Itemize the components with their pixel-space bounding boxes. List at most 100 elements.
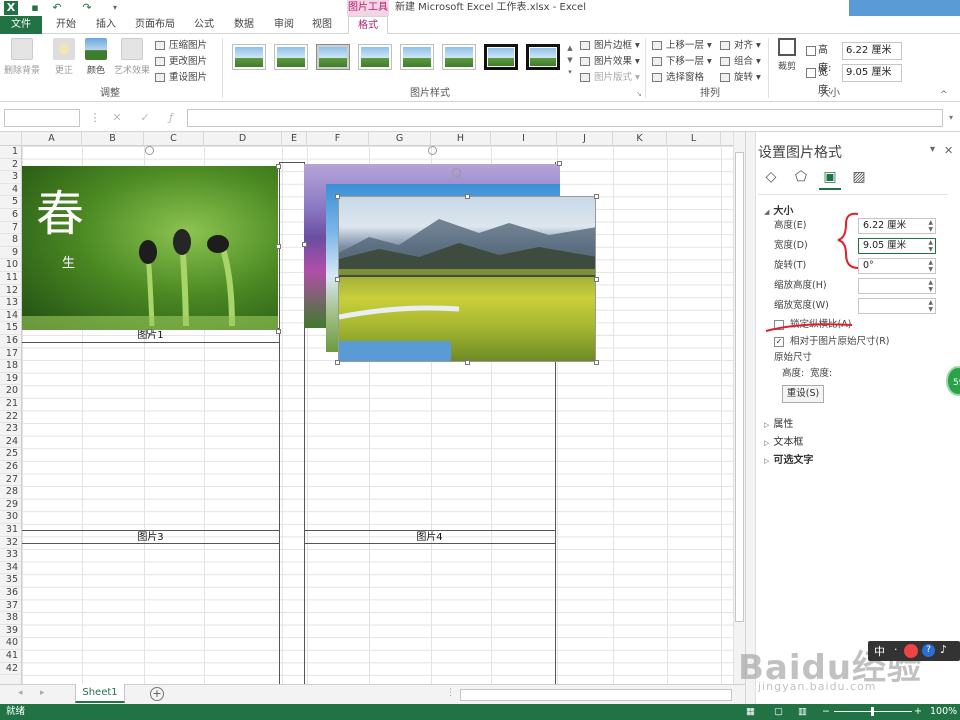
row-header-35[interactable]: 35 <box>0 574 21 587</box>
row-header-19[interactable]: 19 <box>0 373 21 386</box>
row-header-1[interactable]: 1 <box>0 146 21 159</box>
horizontal-scrollbar[interactable] <box>460 689 732 701</box>
rotate-button[interactable]: 旋转 ▾ <box>720 70 761 85</box>
row-header-7[interactable]: 7 <box>0 222 21 235</box>
width-spinner-icon[interactable]: ▲ ▼ <box>928 239 933 253</box>
row-header-16[interactable]: 16 <box>0 335 21 348</box>
tab-data[interactable]: 数据 <box>226 16 262 34</box>
styles-gallery-scroll[interactable]: ▲ ▼ ▾ <box>566 42 574 80</box>
confirm-entry-icon[interactable]: ✓ <box>138 110 152 126</box>
resize-handle[interactable] <box>276 244 281 249</box>
row-header-3[interactable]: 3 <box>0 171 21 184</box>
row-header-30[interactable]: 30 <box>0 511 21 524</box>
corrections-button[interactable]: 更正 <box>50 38 78 76</box>
close-pane-icon[interactable]: ✕ <box>944 144 953 157</box>
pane-height-input[interactable]: 6.22 厘米 ▲ ▼ <box>858 218 936 234</box>
row-header-33[interactable]: 33 <box>0 549 21 562</box>
tab-formulas[interactable]: 公式 <box>186 16 222 34</box>
row-header-21[interactable]: 21 <box>0 398 21 411</box>
resize-handle[interactable] <box>594 194 599 199</box>
column-header-h[interactable]: H <box>431 132 491 146</box>
group-objects-button[interactable]: 组合 ▾ <box>720 54 761 69</box>
zoom-slider-thumb[interactable] <box>871 707 874 716</box>
rotate-handle-icon[interactable] <box>428 146 437 155</box>
row-header-14[interactable]: 14 <box>0 310 21 323</box>
artistic-effects-button[interactable]: 艺术效果 <box>112 38 152 76</box>
tab-page-layout[interactable]: 页面布局 <box>130 16 180 34</box>
row-header-34[interactable]: 34 <box>0 562 21 575</box>
row-header-37[interactable]: 37 <box>0 600 21 613</box>
column-header-g[interactable]: G <box>369 132 431 146</box>
microphone-icon[interactable]: ♪ <box>940 643 947 656</box>
picture-style-1[interactable] <box>232 44 266 70</box>
row-header-15[interactable]: 15 <box>0 322 21 335</box>
formula-input[interactable] <box>187 109 943 127</box>
row-header-13[interactable]: 13 <box>0 297 21 310</box>
pane-scale-width-input[interactable]: ▲ ▼ <box>858 298 936 314</box>
sheet-tab-sheet1[interactable]: Sheet1 <box>75 684 125 703</box>
redo-icon[interactable]: ↷ <box>80 1 94 15</box>
zoom-in-icon[interactable]: + <box>914 704 922 720</box>
row-header-10[interactable]: 10 <box>0 259 21 272</box>
row-header-31[interactable]: 31 <box>0 524 21 537</box>
picture-border-button[interactable]: 图片边框 ▾ <box>580 38 640 53</box>
column-header-i[interactable]: I <box>491 132 557 146</box>
help-icon[interactable]: ? <box>922 644 935 657</box>
rotation-spinner-icon[interactable]: ▲ ▼ <box>928 259 933 273</box>
formula-bar-options-icon[interactable]: ⋮ <box>88 110 102 126</box>
zoom-slider[interactable] <box>834 707 912 716</box>
rotate-handle-icon[interactable] <box>452 168 461 177</box>
resize-handle[interactable] <box>335 360 340 365</box>
collapse-ribbon-icon[interactable]: ^ <box>940 90 948 100</box>
picture-layout-button[interactable]: 图片版式 ▾ <box>580 70 640 85</box>
row-header-4[interactable]: 4 <box>0 184 21 197</box>
customize-qat-icon[interactable]: ▾ <box>108 1 122 15</box>
row-header-17[interactable]: 17 <box>0 348 21 361</box>
picture-style-7[interactable] <box>484 44 518 70</box>
resize-handle[interactable] <box>302 242 307 247</box>
color-button[interactable]: 颜色 <box>84 38 108 76</box>
cancel-entry-icon[interactable]: ✕ <box>110 110 124 126</box>
row-header-36[interactable]: 36 <box>0 587 21 600</box>
column-header-b[interactable]: B <box>82 132 144 146</box>
column-header-c[interactable]: C <box>144 132 204 146</box>
row-header-9[interactable]: 9 <box>0 247 21 260</box>
styles-dialog-launcher-icon[interactable]: ↘ <box>636 90 642 98</box>
picture-style-6[interactable] <box>442 44 476 70</box>
crop-button[interactable]: 裁剪 <box>774 38 800 72</box>
tab-file[interactable]: 文件 <box>0 16 42 34</box>
tab-home[interactable]: 开始 <box>48 16 84 34</box>
vertical-scrollbar[interactable] <box>733 132 745 684</box>
height-spinner-icon[interactable]: ▲ ▼ <box>928 219 933 233</box>
effects-tab-icon[interactable]: ⬠ <box>792 168 810 186</box>
picture-rapeseed-field[interactable] <box>338 196 596 362</box>
scale-width-spinner-icon[interactable]: ▲ ▼ <box>928 299 933 313</box>
picture-style-2[interactable] <box>274 44 308 70</box>
resize-handle[interactable] <box>465 194 470 199</box>
column-header-e[interactable]: E <box>282 132 307 146</box>
pane-options-icon[interactable]: ▾ <box>930 144 935 155</box>
save-icon[interactable]: ▪ <box>28 1 42 15</box>
worksheet-grid[interactable]: ABCDEFGHIJKL 1 2 3 4 5 6 7 8 9 10 11 12 13 14 15 16 17 18… <box>0 132 745 684</box>
fill-line-tab-icon[interactable]: ◇ <box>762 168 780 186</box>
column-header-k[interactable]: K <box>613 132 667 146</box>
pane-left-scrollbar[interactable] <box>746 132 756 704</box>
undo-icon[interactable]: ↶ <box>50 1 64 15</box>
row-header-39[interactable]: 39 <box>0 625 21 638</box>
row-header-29[interactable]: 29 <box>0 499 21 512</box>
picture-effects-button[interactable]: 图片效果 ▾ <box>580 54 640 69</box>
size-properties-tab-icon[interactable]: ▣ <box>821 168 839 186</box>
row-header-18[interactable]: 18 <box>0 360 21 373</box>
row-header-12[interactable]: 12 <box>0 285 21 298</box>
picture-style-8[interactable] <box>526 44 560 70</box>
alt-text-section-header[interactable]: ▷ 可选文字 <box>764 451 813 466</box>
tab-review[interactable]: 审阅 <box>266 16 302 34</box>
zoom-level[interactable]: 100% <box>930 704 957 720</box>
ime-logo-icon[interactable] <box>904 644 918 658</box>
reset-picture-button[interactable]: 重设图片 <box>155 70 207 85</box>
row-header-23[interactable]: 23 <box>0 423 21 436</box>
remove-background-button[interactable]: 删除背景 <box>4 38 40 76</box>
name-box[interactable] <box>4 109 80 127</box>
compress-pictures-button[interactable]: 压缩图片 <box>155 38 207 53</box>
align-button[interactable]: 对齐 ▾ <box>720 38 761 53</box>
